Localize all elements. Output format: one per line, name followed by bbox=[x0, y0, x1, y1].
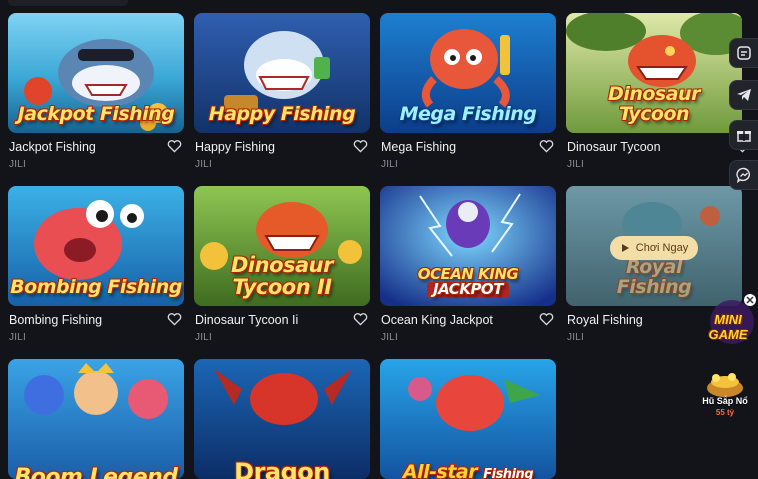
game-provider: JILI bbox=[567, 332, 584, 343]
game-logo: Boom Legend bbox=[14, 464, 178, 479]
game-title[interactable]: Dinosaur Tycoon bbox=[567, 140, 661, 154]
game-logo: Dinosaur Tycoon bbox=[608, 83, 700, 126]
game-logo: Mega Fishing bbox=[399, 103, 537, 126]
jackpot-widget[interactable]: Hũ Sắp Nổ 55 tỷ bbox=[696, 368, 754, 426]
play-now-button[interactable]: Chơi Ngay bbox=[610, 236, 698, 260]
game-card[interactable]: Dinosaur Tycoon Dinosaur Tycoon JILI bbox=[566, 13, 750, 171]
favorite-heart-icon[interactable] bbox=[167, 312, 182, 326]
minigame-widget[interactable]: MINI GAME bbox=[698, 292, 758, 352]
game-thumbnail[interactable]: Dinosaur Tycoon II bbox=[194, 186, 370, 306]
game-thumbnail[interactable]: OCEAN KING JACKPOT bbox=[380, 186, 556, 306]
game-thumbnail[interactable]: Bombing Fishing bbox=[8, 186, 184, 306]
game-card[interactable]: Dinosaur Tycoon II Dinosaur Tycoon Ii JIL… bbox=[194, 186, 370, 344]
game-thumbnail[interactable]: All-star Fishing bbox=[380, 359, 556, 479]
favorite-heart-icon[interactable] bbox=[539, 139, 554, 153]
gift-icon bbox=[737, 131, 751, 142]
game-card[interactable]: Jackpot Fishing Jackpot Fishing JILI bbox=[8, 13, 184, 171]
game-logo: Dragon bbox=[234, 457, 330, 479]
game-logo: Bombing Fishing bbox=[10, 276, 182, 299]
game-grid: Jackpot Fishing Jackpot Fishing JILI Hap… bbox=[0, 0, 758, 479]
play-now-label: Chơi Ngay bbox=[635, 242, 689, 254]
game-thumbnail[interactable]: Jackpot Fishing bbox=[8, 13, 184, 133]
support-icon bbox=[737, 46, 751, 60]
game-provider: JILI bbox=[195, 159, 212, 170]
messenger-button[interactable] bbox=[729, 160, 758, 190]
game-logo: Happy Fishing bbox=[208, 103, 356, 126]
game-logo: Jackpot Fishing bbox=[17, 103, 175, 126]
game-provider: JILI bbox=[567, 159, 584, 170]
favorite-heart-icon[interactable] bbox=[539, 312, 554, 326]
game-thumbnail[interactable]: Dragon bbox=[194, 359, 370, 479]
favorite-heart-icon[interactable] bbox=[353, 139, 368, 153]
game-logo: All-star Fishing bbox=[402, 461, 534, 479]
game-card[interactable]: Boom Legend bbox=[8, 359, 184, 479]
minigame-label: MINI GAME bbox=[708, 312, 748, 342]
game-provider: JILI bbox=[9, 332, 26, 343]
game-title[interactable]: Bombing Fishing bbox=[9, 313, 102, 327]
game-card[interactable]: OCEAN KING JACKPOT Ocean King Jackpot JIL… bbox=[380, 186, 556, 344]
game-title[interactable]: Dinosaur Tycoon Ii bbox=[195, 313, 298, 327]
game-title[interactable]: Ocean King Jackpot bbox=[381, 313, 493, 327]
game-title[interactable]: Royal Fishing bbox=[567, 313, 643, 327]
game-thumbnail[interactable]: Boom Legend bbox=[8, 359, 184, 479]
support-button[interactable] bbox=[729, 38, 758, 68]
game-logo: Dinosaur Tycoon II bbox=[231, 252, 333, 299]
boom-legend-art bbox=[8, 359, 184, 479]
game-card[interactable]: Bombing Fishing Bombing Fishing JILI bbox=[8, 186, 184, 344]
game-provider: JILI bbox=[381, 332, 398, 343]
jackpot-amount: 55 tỷ bbox=[715, 408, 735, 417]
jackpot-label: Hũ Sắp Nổ bbox=[702, 396, 748, 406]
game-title[interactable]: Jackpot Fishing bbox=[9, 140, 96, 154]
gift-button[interactable] bbox=[729, 120, 758, 150]
game-provider: JILI bbox=[381, 159, 398, 170]
game-logo: OCEAN KING JACKPOT bbox=[417, 264, 519, 299]
treasure-pot-icon bbox=[707, 373, 743, 397]
telegram-button[interactable] bbox=[729, 80, 758, 110]
game-thumbnail[interactable]: Royal Fishing Chơi Ngay bbox=[566, 186, 742, 306]
game-thumbnail[interactable]: Dinosaur Tycoon bbox=[566, 13, 742, 133]
favorite-heart-icon[interactable] bbox=[167, 139, 182, 153]
favorite-heart-icon[interactable] bbox=[353, 312, 368, 326]
game-card[interactable]: Happy Fishing Happy Fishing JILI bbox=[194, 13, 370, 171]
game-card[interactable]: All-star Fishing bbox=[380, 359, 556, 479]
game-thumbnail[interactable]: Mega Fishing bbox=[380, 13, 556, 133]
play-icon bbox=[621, 244, 629, 252]
messenger-icon bbox=[736, 167, 750, 183]
game-title[interactable]: Mega Fishing bbox=[381, 140, 456, 154]
game-provider: JILI bbox=[9, 159, 26, 170]
game-provider: JILI bbox=[195, 332, 212, 343]
game-title[interactable]: Happy Fishing bbox=[195, 140, 275, 154]
game-thumbnail[interactable]: Happy Fishing bbox=[194, 13, 370, 133]
game-card[interactable]: Mega Fishing Mega Fishing JILI bbox=[380, 13, 556, 171]
game-card[interactable]: Dragon bbox=[194, 359, 370, 479]
telegram-icon bbox=[737, 89, 751, 101]
